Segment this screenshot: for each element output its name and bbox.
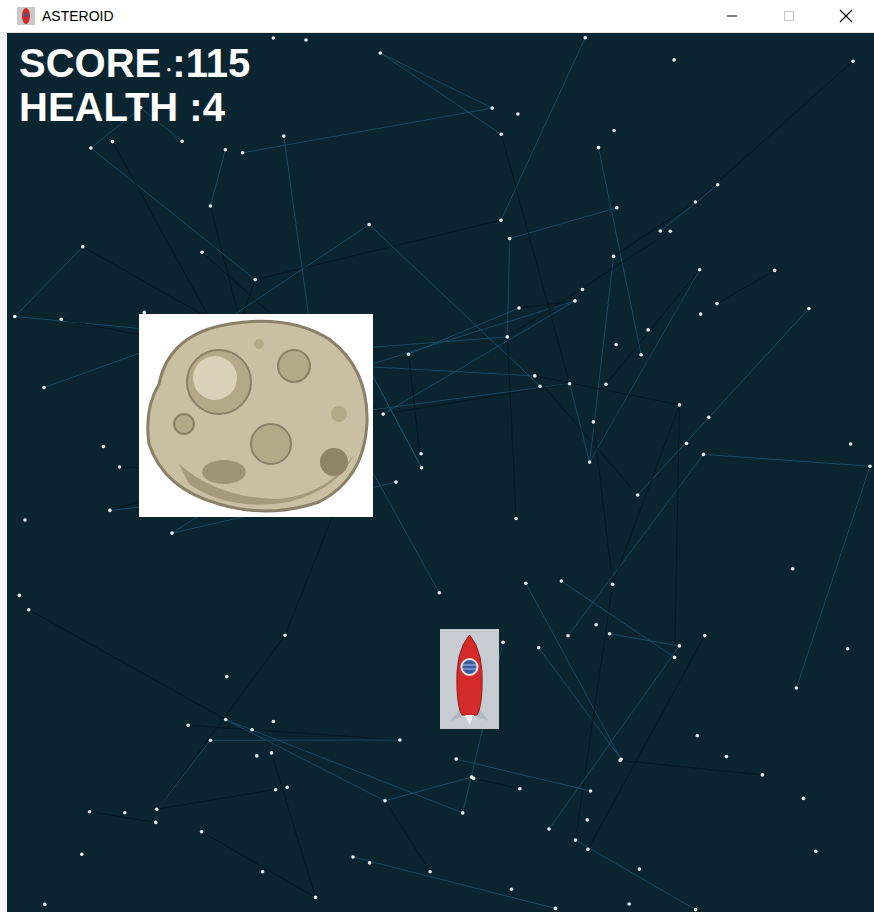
window-border: [0, 33, 7, 912]
maximize-button[interactable]: [760, 0, 817, 32]
window-controls: [703, 0, 874, 32]
close-icon: [839, 9, 853, 23]
window-body: SCORE :115HEALTH :4: [0, 33, 874, 912]
rocket-icon: [17, 7, 35, 25]
asteroid-icon: [139, 314, 373, 517]
game-canvas: SCORE :115HEALTH :4: [7, 33, 874, 912]
minimize-button[interactable]: [703, 0, 760, 32]
minimize-icon: [726, 10, 738, 22]
starfield-background: [7, 33, 874, 912]
health-label: HEALTH :4: [19, 85, 250, 129]
score-label: SCORE :115: [19, 41, 250, 85]
hud: SCORE :115HEALTH :4: [19, 41, 250, 129]
maximize-icon: [783, 10, 795, 22]
rocket-ship-icon[interactable]: [440, 629, 499, 729]
title-bar: ASTEROID: [0, 0, 874, 33]
close-button[interactable]: [817, 0, 874, 32]
window-title: ASTEROID: [42, 8, 703, 24]
